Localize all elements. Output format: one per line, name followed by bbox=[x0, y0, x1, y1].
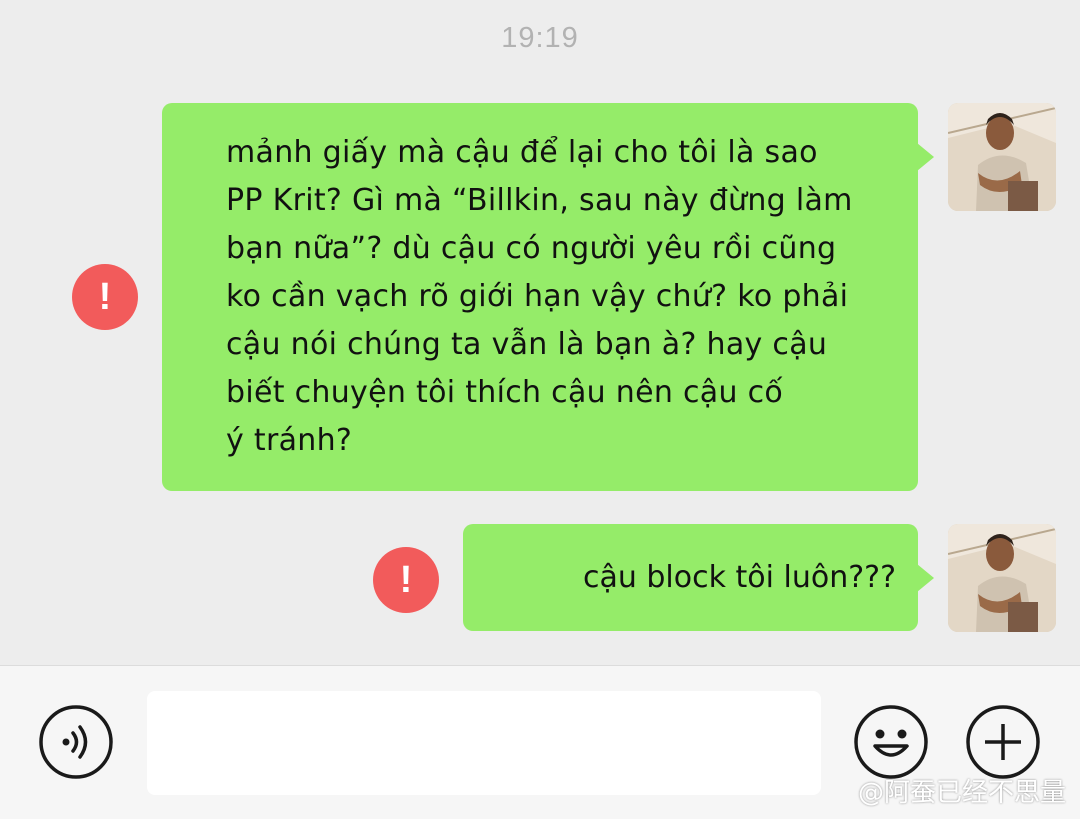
message-input[interactable] bbox=[147, 691, 821, 795]
message-text: cậu block tôi luôn??? bbox=[582, 560, 896, 595]
message-line: ko cần vạch rõ giới hạn vậy chứ? ko phải bbox=[226, 279, 849, 314]
plus-icon[interactable] bbox=[965, 704, 1041, 780]
avatar[interactable] bbox=[948, 524, 1056, 632]
watermark-text: @阿蚕已经不思量 bbox=[857, 778, 1066, 808]
message-line: PP Krit? Gì mà “Billkin, sau này đừng là… bbox=[226, 183, 853, 218]
sent-message-bubble[interactable]: mảnh giấy mà cậu để lại cho tôi là sao P… bbox=[162, 103, 934, 491]
message-line: biết chuyện tôi thích cậu nên cậu cố bbox=[226, 375, 784, 410]
avatar-photo bbox=[948, 103, 1056, 211]
message-line: bạn nữa”? dù cậu có người yêu rồi cũng bbox=[226, 231, 837, 266]
avatar[interactable] bbox=[948, 103, 1056, 211]
sent-message-bubble[interactable]: cậu block tôi luôn??? bbox=[463, 524, 934, 631]
chat-screen: 19:19 ! mảnh giấy mà cậu để lại cho tôi … bbox=[0, 0, 1080, 819]
message-line: mảnh giấy mà cậu để lại cho tôi là sao bbox=[226, 135, 818, 170]
message-line: ý tránh? bbox=[226, 423, 353, 458]
voice-icon[interactable] bbox=[38, 704, 114, 780]
emoji-icon[interactable] bbox=[853, 704, 929, 780]
message-line: cậu nói chúng ta vẫn là bạn à? hay cậu bbox=[226, 327, 828, 362]
message-timestamp: 19:19 bbox=[501, 22, 579, 54]
send-failed-icon[interactable]: ! bbox=[373, 547, 439, 613]
avatar-photo bbox=[948, 524, 1056, 632]
send-failed-icon[interactable]: ! bbox=[72, 264, 138, 330]
